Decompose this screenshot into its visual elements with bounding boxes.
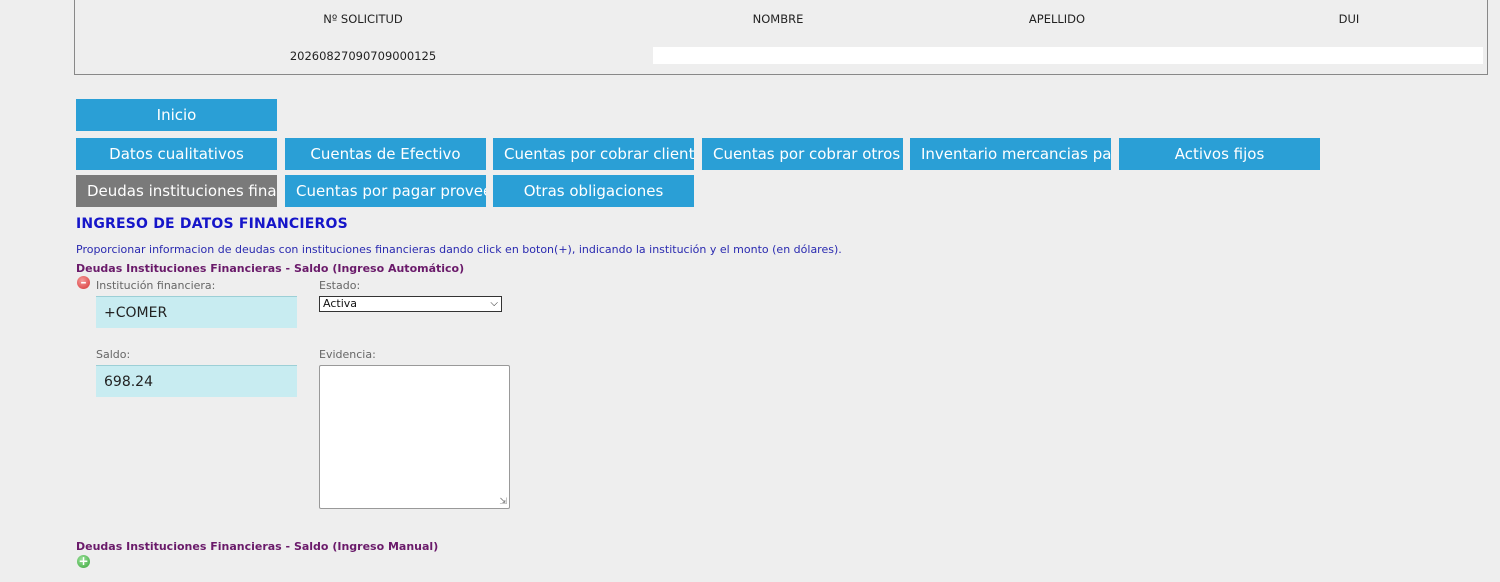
saldo-field[interactable]	[96, 365, 297, 397]
tab-otras-obligaciones[interactable]: Otras obligaciones	[493, 175, 694, 207]
evidencia-textarea[interactable]: ⇲	[319, 365, 510, 509]
solicitud-number: 20260827090709000125	[289, 49, 437, 63]
tab-cuentas-cobrar-otros[interactable]: Cuentas por cobrar otros	[702, 138, 903, 170]
instructions-text: Proporcionar informacion de deudas con i…	[76, 243, 842, 256]
tab-activos-fijos[interactable]: Activos fijos	[1119, 138, 1320, 170]
header-nombre-label: NOMBRE	[752, 12, 804, 26]
institucion-field[interactable]	[96, 296, 297, 328]
applicant-info-bar	[653, 47, 1483, 64]
applicant-header: Nº SOLICITUD NOMBRE APELLIDO DUI 2026082…	[74, 0, 1488, 75]
tab-cuentas-efectivo[interactable]: Cuentas de Efectivo	[285, 138, 486, 170]
tab-cuentas-cobrar-clientes[interactable]: Cuentas por cobrar clientes	[493, 138, 694, 170]
manual-entry-title: Deudas Instituciones Financieras - Saldo…	[76, 540, 439, 553]
header-apellido-label: APELLIDO	[1028, 12, 1086, 26]
tab-inventario[interactable]: Inventario mercancias para la venta	[910, 138, 1111, 170]
tab-inicio[interactable]: Inicio	[76, 99, 277, 131]
resize-grip-icon[interactable]: ⇲	[499, 497, 507, 507]
tab-deudas-instituciones[interactable]: Deudas instituciones financieras	[76, 175, 277, 207]
estado-select[interactable]: Activa ⌵	[319, 296, 502, 312]
tab-datos-cualitativos[interactable]: Datos cualitativos	[76, 138, 277, 170]
estado-label: Estado:	[319, 279, 361, 292]
evidencia-label: Evidencia:	[319, 348, 376, 361]
section-title: INGRESO DE DATOS FINANCIEROS	[76, 216, 348, 232]
chevron-down-icon: ⌵	[490, 298, 498, 309]
minus-circle-icon[interactable]: –	[77, 276, 90, 289]
estado-selected-value: Activa	[323, 297, 357, 310]
institucion-label: Institución financiera:	[96, 279, 216, 292]
auto-entry-title: Deudas Instituciones Financieras - Saldo…	[76, 262, 465, 275]
header-dui-label: DUI	[1338, 12, 1360, 26]
plus-circle-icon[interactable]: +	[77, 555, 90, 568]
saldo-label: Saldo:	[96, 348, 131, 361]
tab-cuentas-pagar-proveedores[interactable]: Cuentas por pagar proveedores	[285, 175, 486, 207]
header-solicitud-label: Nº SOLICITUD	[323, 12, 403, 26]
